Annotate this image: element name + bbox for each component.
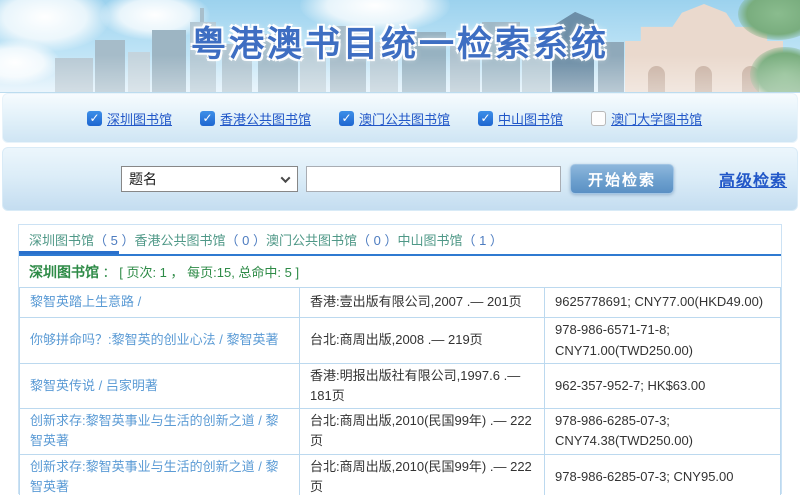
library-filter-macau[interactable]: 澳门公共图书馆 bbox=[339, 109, 450, 128]
results-panel: 深圳图书馆 （ 5 ） 香港公共图书馆 （ 0 ） 澳门公共图书馆 （ 0 ） … bbox=[18, 224, 782, 494]
library-filter-bar: 深圳图书馆 香港公共图书馆 澳门公共图书馆 中山图书馆 澳门大学图书馆 bbox=[2, 93, 798, 143]
tab-count-badge: （ 1 ） bbox=[462, 230, 502, 249]
search-field-select[interactable]: 题名 bbox=[121, 166, 298, 192]
library-filter-shenzhen[interactable]: 深圳图书馆 bbox=[87, 109, 172, 128]
table-row: 黎智英传说 / 吕家明著 香港:明报出版社有限公司,1997.6 .— 181页… bbox=[20, 364, 781, 409]
library-filter-zhongshan[interactable]: 中山图书馆 bbox=[478, 109, 563, 128]
results-summary: 深圳图书馆 ： [ 页次: 1 ， 每页:15, 总命中: 5 ] bbox=[19, 256, 781, 287]
book-isbn-price: 9625778691; CNY77.00(HKD49.00) bbox=[545, 288, 781, 318]
checkbox-unchecked-icon[interactable] bbox=[591, 111, 606, 126]
table-row: 创新求存:黎智英事业与生活的创新之道 / 黎智英著 台北:商周出版,2010(民… bbox=[20, 454, 781, 495]
advanced-search-link[interactable]: 高级检索 bbox=[719, 167, 787, 191]
checkbox-checked-icon[interactable] bbox=[200, 111, 215, 126]
book-publication: 香港:明报出版社有限公司,1997.6 .— 181页 bbox=[300, 364, 545, 409]
book-title-link[interactable]: 你够拼命吗？:黎智英的创业心法 / 黎智英著 bbox=[20, 318, 300, 364]
book-isbn-price: 978-986-6285-07-3; CNY74.38(TWD250.00) bbox=[545, 409, 781, 454]
table-row: 黎智英踏上生意路 / 香港:壹出版有限公司,2007 .— 201页 96257… bbox=[20, 288, 781, 318]
checkbox-checked-icon[interactable] bbox=[478, 111, 493, 126]
tab-count-badge: （ 0 ） bbox=[357, 230, 397, 249]
results-tab-zhongshan[interactable]: 中山图书馆 （ 1 ） bbox=[397, 225, 502, 254]
results-tab-shenzhen[interactable]: 深圳图书馆 （ 5 ） bbox=[29, 225, 134, 254]
library-filter-label[interactable]: 中山图书馆 bbox=[498, 109, 563, 128]
book-title-link[interactable]: 创新求存:黎智英事业与生活的创新之道 / 黎智英著 bbox=[20, 454, 300, 495]
book-title-link[interactable]: 黎智英踏上生意路 / bbox=[20, 288, 300, 318]
tab-count-badge: （ 0 ） bbox=[226, 230, 266, 249]
table-row: 你够拼命吗？:黎智英的创业心法 / 黎智英著 台北:商周出版,2008 .— 2… bbox=[20, 318, 781, 364]
book-publication: 香港:壹出版有限公司,2007 .— 201页 bbox=[300, 288, 545, 318]
book-title-link[interactable]: 创新求存:黎智英事业与生活的创新之道 / 黎智英著 bbox=[20, 409, 300, 454]
start-search-button[interactable]: 开始检索 bbox=[570, 164, 674, 194]
book-isbn-price: 978-986-6285-07-3; CNY95.00 bbox=[545, 454, 781, 495]
library-filter-macau-university[interactable]: 澳门大学图书馆 bbox=[591, 109, 702, 128]
checkbox-checked-icon[interactable] bbox=[87, 111, 102, 126]
library-filter-label[interactable]: 深圳图书馆 bbox=[107, 109, 172, 128]
book-isbn-price: 978-986-6571-71-8; CNY71.00(TWD250.00) bbox=[545, 318, 781, 364]
book-publication: 台北:商周出版,2008 .— 219页 bbox=[300, 318, 545, 364]
tab-label: 深圳图书馆 bbox=[29, 230, 94, 249]
summary-library-name: 深圳图书馆 bbox=[29, 264, 99, 280]
library-filter-hongkong[interactable]: 香港公共图书馆 bbox=[200, 109, 311, 128]
table-row: 创新求存:黎智英事业与生活的创新之道 / 黎智英著 台北:商周出版,2010(民… bbox=[20, 409, 781, 454]
results-tab-hongkong[interactable]: 香港公共图书馆 （ 0 ） bbox=[134, 225, 265, 254]
site-banner: 粤港澳书目统一检索系统 bbox=[0, 0, 800, 93]
chevron-down-icon bbox=[281, 173, 291, 183]
book-publication: 台北:商周出版,2010(民国99年) .— 222页 bbox=[300, 454, 545, 495]
search-bar: 题名 开始检索 高级检索 bbox=[2, 147, 798, 211]
tab-label: 香港公共图书馆 bbox=[134, 230, 225, 249]
search-query-input[interactable] bbox=[306, 166, 561, 192]
results-tab-macau[interactable]: 澳门公共图书馆 （ 0 ） bbox=[266, 225, 397, 254]
book-title-link[interactable]: 黎智英传说 / 吕家明著 bbox=[20, 364, 300, 409]
tab-label: 中山图书馆 bbox=[397, 230, 462, 249]
search-field-selected-value: 题名 bbox=[129, 169, 157, 189]
book-publication: 台北:商周出版,2010(民国99年) .— 222页 bbox=[300, 409, 545, 454]
tab-label: 澳门公共图书馆 bbox=[266, 230, 357, 249]
results-tab-row: 深圳图书馆 （ 5 ） 香港公共图书馆 （ 0 ） 澳门公共图书馆 （ 0 ） … bbox=[19, 225, 781, 256]
library-filter-label[interactable]: 香港公共图书馆 bbox=[220, 109, 311, 128]
book-isbn-price: 962-357-952-7; HK$63.00 bbox=[545, 364, 781, 409]
library-filter-label[interactable]: 澳门大学图书馆 bbox=[611, 109, 702, 128]
checkbox-checked-icon[interactable] bbox=[339, 111, 354, 126]
results-table: 黎智英踏上生意路 / 香港:壹出版有限公司,2007 .— 201页 96257… bbox=[19, 287, 781, 495]
tab-count-badge: （ 5 ） bbox=[94, 230, 134, 249]
library-filter-label[interactable]: 澳门公共图书馆 bbox=[359, 109, 450, 128]
summary-pagination-info: ： [ 页次: 1 ， 每页:15, 总命中: 5 ] bbox=[103, 265, 300, 280]
site-title: 粤港澳书目统一检索系统 bbox=[0, 16, 800, 67]
